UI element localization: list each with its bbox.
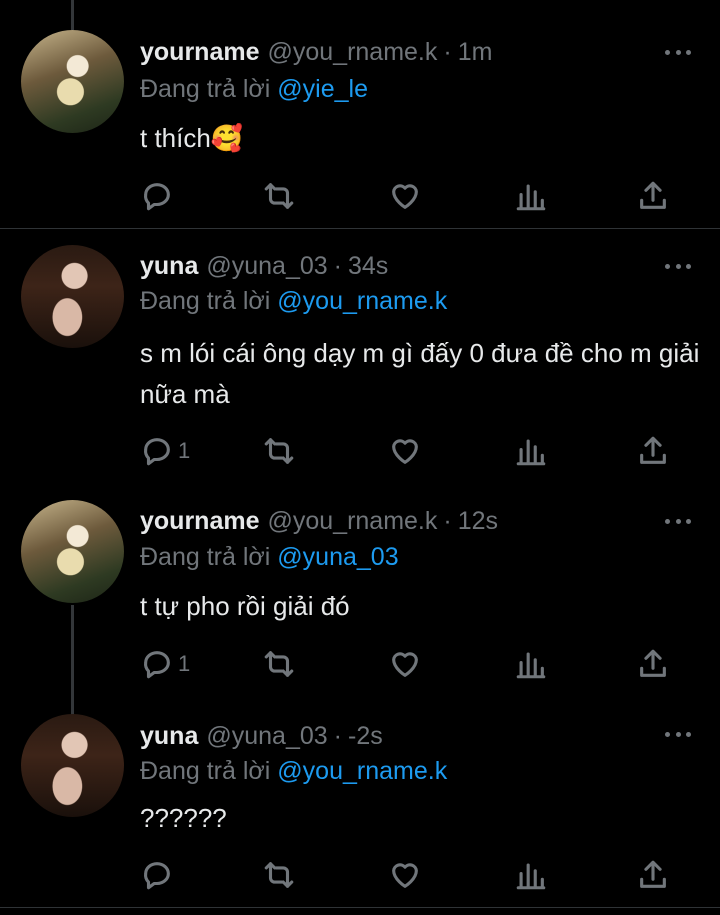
retweet-button[interactable]	[262, 646, 296, 682]
analytics-icon	[516, 439, 546, 466]
replying-prefix: Đang trả lời	[140, 543, 271, 571]
tweet-text: t thích🥰	[140, 123, 244, 153]
replying-prefix: Đang trả lời	[140, 287, 271, 315]
share-icon	[640, 649, 666, 677]
like-button[interactable]	[388, 178, 422, 214]
like-icon	[392, 863, 418, 888]
tweet-header: yourname @you_rname.k · 12s	[140, 507, 498, 539]
mention-link[interactable]: @you_rname.k	[277, 287, 447, 315]
share-icon	[640, 436, 666, 464]
divider	[0, 228, 720, 229]
replying-to: Đang trả lời @you_rname.k	[140, 287, 447, 316]
analytics-button[interactable]	[514, 857, 548, 893]
analytics-button[interactable]	[514, 178, 548, 214]
like-icon	[392, 439, 418, 464]
timestamp[interactable]: 1m	[458, 38, 493, 67]
mention-link[interactable]: @yie_le	[277, 75, 368, 103]
replying-prefix: Đang trả lời	[140, 757, 271, 785]
display-name[interactable]: yuna	[140, 252, 198, 281]
timestamp[interactable]: -2s	[348, 722, 383, 751]
reply-icon	[144, 438, 170, 466]
avatar[interactable]	[21, 30, 124, 133]
mention-link[interactable]: @you_rname.k	[277, 757, 447, 785]
retweet-icon	[264, 862, 294, 888]
reply-button[interactable]	[140, 178, 178, 214]
display-name[interactable]: yourname	[140, 507, 259, 536]
share-button[interactable]	[636, 433, 670, 469]
like-button[interactable]	[388, 857, 422, 893]
replying-to: Đang trả lời @you_rname.k	[140, 757, 447, 786]
reply-button[interactable]: 1	[140, 433, 190, 469]
separator-dot: ·	[333, 722, 342, 750]
analytics-icon	[516, 652, 546, 679]
timestamp[interactable]: 34s	[348, 252, 388, 281]
user-handle[interactable]: @you_rname.k	[267, 507, 437, 536]
display-name[interactable]: yourname	[140, 38, 259, 67]
user-handle[interactable]: @you_rname.k	[267, 38, 437, 67]
tweet-header: yuna @yuna_03 · 34s	[140, 252, 388, 284]
avatar[interactable]	[21, 714, 124, 817]
divider	[0, 907, 720, 908]
tweet-text: ??????	[140, 803, 227, 833]
like-icon	[392, 184, 418, 209]
more-icon[interactable]	[665, 732, 691, 738]
retweet-button[interactable]	[262, 433, 296, 469]
analytics-button[interactable]	[514, 646, 548, 682]
action-bar	[140, 857, 700, 893]
share-icon	[640, 181, 666, 209]
retweet-button[interactable]	[262, 857, 296, 893]
display-name[interactable]: yuna	[140, 722, 198, 751]
more-icon[interactable]	[665, 519, 691, 525]
thread-line-top	[71, 0, 74, 30]
action-bar	[140, 178, 700, 214]
share-button[interactable]	[636, 646, 670, 682]
analytics-button[interactable]	[514, 433, 548, 469]
reply-count: 1	[178, 438, 191, 463]
replying-prefix: Đang trả lời	[140, 75, 271, 103]
avatar[interactable]	[21, 245, 124, 348]
like-icon	[392, 652, 418, 677]
replying-to: Đang trả lời @yie_le	[140, 75, 368, 104]
reply-button[interactable]: 1	[140, 646, 190, 682]
reply-icon	[144, 862, 170, 890]
reply-icon	[144, 183, 170, 211]
analytics-icon	[516, 184, 546, 211]
share-icon	[640, 860, 666, 888]
tweet-text: s m lói cái ông dạy m gì đấy 0 đưa đề ch…	[140, 338, 700, 409]
analytics-icon	[516, 863, 546, 890]
like-button[interactable]	[388, 433, 422, 469]
separator-dot: ·	[443, 507, 452, 535]
more-icon[interactable]	[665, 50, 691, 56]
retweet-icon	[264, 651, 294, 677]
user-handle[interactable]: @yuna_03	[206, 252, 327, 281]
retweet-button[interactable]	[262, 178, 296, 214]
mention-link[interactable]: @yuna_03	[277, 543, 398, 571]
action-bar: 1	[140, 433, 700, 469]
share-button[interactable]	[636, 857, 670, 893]
more-icon[interactable]	[665, 264, 691, 270]
action-bar: 1	[140, 646, 700, 682]
thread-line-middle	[71, 605, 74, 715]
tweet-header: yuna @yuna_03 · -2s	[140, 722, 383, 754]
reply-button[interactable]	[140, 857, 178, 893]
timestamp[interactable]: 12s	[458, 507, 498, 536]
reply-count: 1	[178, 651, 191, 676]
avatar[interactable]	[21, 500, 124, 603]
like-button[interactable]	[388, 646, 422, 682]
replying-to: Đang trả lời @yuna_03	[140, 543, 399, 572]
user-handle[interactable]: @yuna_03	[206, 722, 327, 751]
separator-dot: ·	[333, 252, 342, 280]
tweet-header: yourname @you_rname.k · 1m	[140, 38, 492, 70]
separator-dot: ·	[443, 38, 452, 66]
retweet-icon	[264, 183, 294, 209]
retweet-icon	[264, 438, 294, 464]
share-button[interactable]	[636, 178, 670, 214]
reply-icon	[144, 651, 170, 679]
tweet-text: t tự pho rồi giải đó	[140, 591, 350, 621]
